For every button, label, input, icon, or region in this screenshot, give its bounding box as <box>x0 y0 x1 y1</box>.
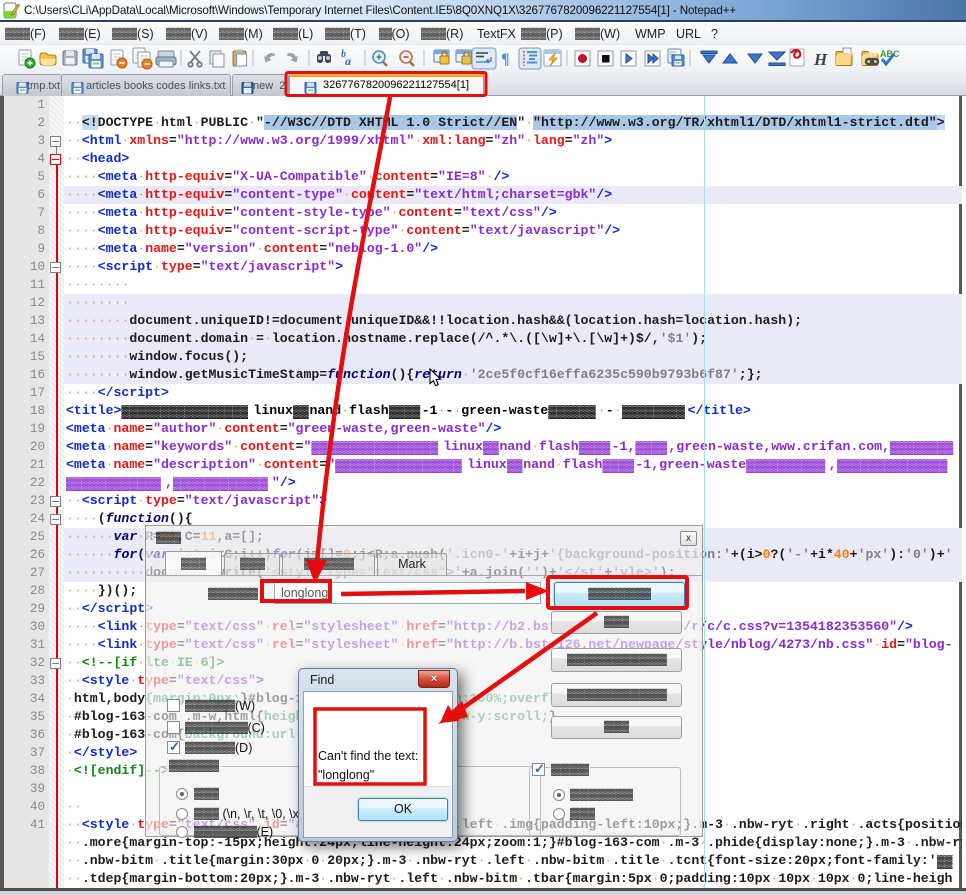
svg-text:¶: ¶ <box>501 51 510 68</box>
svg-text:H: H <box>813 50 828 69</box>
svg-text:a: a <box>345 54 351 68</box>
